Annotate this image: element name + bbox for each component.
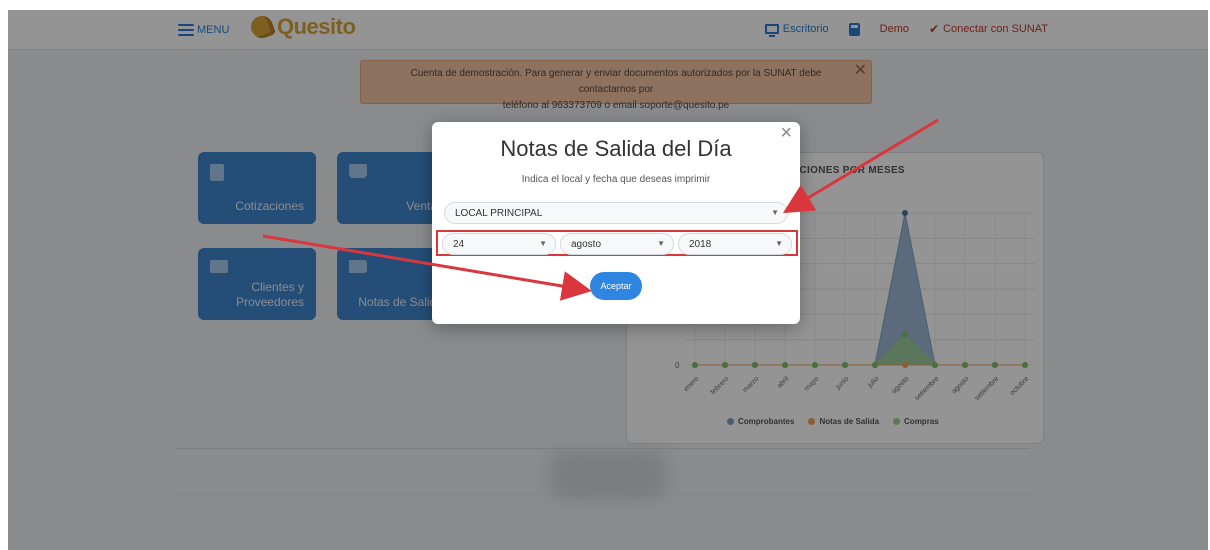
- day-select-value: 24: [453, 238, 465, 250]
- month-select-value: agosto: [571, 238, 602, 250]
- year-select[interactable]: 2018 ▼: [678, 233, 792, 255]
- chevron-down-icon: ▼: [771, 208, 779, 217]
- accept-button[interactable]: Aceptar: [590, 272, 642, 300]
- chevron-down-icon: ▼: [657, 239, 665, 248]
- local-select[interactable]: LOCAL PRINCIPAL ▼: [444, 202, 788, 224]
- local-select-value: LOCAL PRINCIPAL: [455, 207, 543, 219]
- notas-salida-dialog: × Notas de Salida del Día Indica el loca…: [432, 122, 800, 324]
- dialog-title: Notas de Salida del Día: [500, 136, 732, 161]
- chevron-down-icon: ▼: [539, 239, 547, 248]
- chevron-down-icon: ▼: [775, 239, 783, 248]
- dialog-subtitle: Indica el local y fecha que deseas impri…: [521, 174, 711, 185]
- month-select[interactable]: agosto ▼: [560, 233, 674, 255]
- day-select[interactable]: 24 ▼: [442, 233, 556, 255]
- app-screen: MENU Quesito Escritorio Demo ✔ Conectar …: [8, 10, 1208, 550]
- year-select-value: 2018: [689, 238, 712, 250]
